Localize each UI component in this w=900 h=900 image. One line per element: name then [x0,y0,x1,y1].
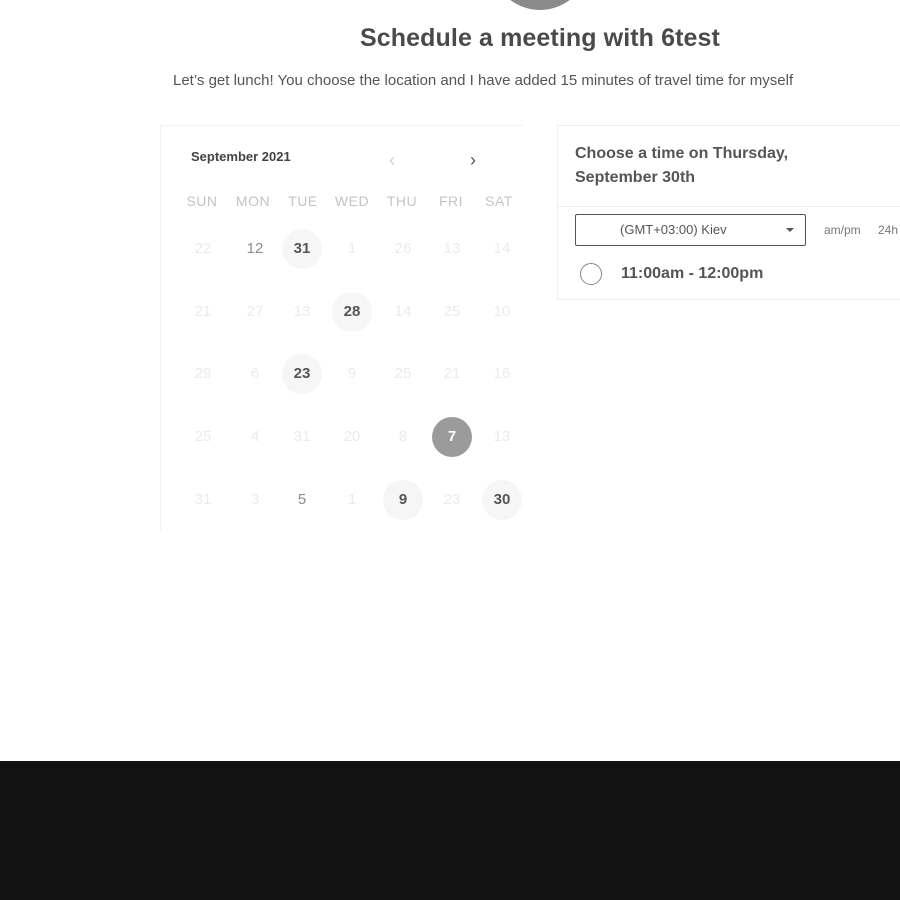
calendar-day: 21 [443,365,461,382]
calendar-day[interactable]: 28 [332,292,372,332]
calendar-day: 31 [194,491,212,508]
radio-button[interactable] [580,263,602,285]
calendar-day: 10 [493,303,511,320]
calendar-day: 14 [394,303,412,320]
calendar-day: 13 [443,240,461,257]
time-picker-panel: Choose a time on Thursday, September 30t… [557,125,900,300]
month-label: September 2021 [191,149,291,164]
time-slot-label: 11:00am - 12:00pm [621,265,764,282]
divider [558,206,900,207]
calendar-day: 13 [293,303,311,320]
calendar-day: 23 [443,491,461,508]
weekday-sat: SAT [485,193,513,209]
chevron-right-icon[interactable]: › [461,148,485,172]
calendar-day[interactable]: 7 [432,417,472,457]
calendar-day: 1 [347,240,357,257]
calendar-day: 14 [493,240,511,257]
time-heading: Choose a time on Thursday, September 30t… [575,145,789,186]
chevron-left-icon[interactable]: ‹ [380,148,404,172]
calendar-day: 3 [250,491,260,508]
calendar-day: 22 [194,240,212,257]
calendar: September 2021 ‹ › SUN MON TUE WED THU F… [160,125,523,531]
format-24h-toggle[interactable]: 24h [878,223,898,237]
page-title: Schedule a meeting with 6test [360,24,720,52]
calendar-day: 25 [394,365,412,382]
calendar-day[interactable]: 23 [282,354,322,394]
weekday-sun: SUN [186,193,218,209]
calendar-day: 8 [398,428,408,445]
calendar-day: 13 [493,428,511,445]
weekday-header: SUN MON TUE WED THU FRI SAT [177,193,527,213]
calendar-day: 4 [250,428,260,445]
calendar-day: 9 [347,365,357,382]
weekday-tue: TUE [288,193,318,209]
time-slot[interactable]: 11:00am - 12:00pm [580,263,880,289]
calendar-day: 25 [443,303,461,320]
calendar-day: 5 [297,491,307,508]
calendar-day: 25 [194,428,212,445]
timezone-value: (GMT+03:00) Kiev [620,222,727,237]
calendar-day: 29 [194,365,212,382]
host-avatar [491,0,589,10]
format-ampm-toggle[interactable]: am/pm [824,223,861,237]
calendar-day: 27 [246,303,264,320]
calendar-day: 16 [493,365,511,382]
calendar-day[interactable]: 30 [482,480,522,520]
scheduling-page: Schedule a meeting with 6test Let’s get … [0,0,900,900]
calendar-day: 31 [293,428,311,445]
calendar-day[interactable]: 31 [282,229,322,269]
footer-bar [0,761,900,900]
calendar-day[interactable]: 9 [383,480,423,520]
timezone-select[interactable]: (GMT+03:00) Kiev [575,214,806,246]
weekday-fri: FRI [438,193,464,209]
calendar-day: 12 [246,240,264,257]
caret-down-icon [786,228,794,232]
calendar-day: 1 [347,491,357,508]
calendar-day: 6 [250,365,260,382]
weekday-thu: THU [386,193,418,209]
calendar-day: 26 [394,240,412,257]
page-description: Let’s get lunch! You choose the location… [173,72,794,89]
weekday-wed: WED [334,193,370,209]
calendar-day: 21 [194,303,212,320]
weekday-mon: MON [235,193,271,209]
calendar-day: 20 [343,428,361,445]
